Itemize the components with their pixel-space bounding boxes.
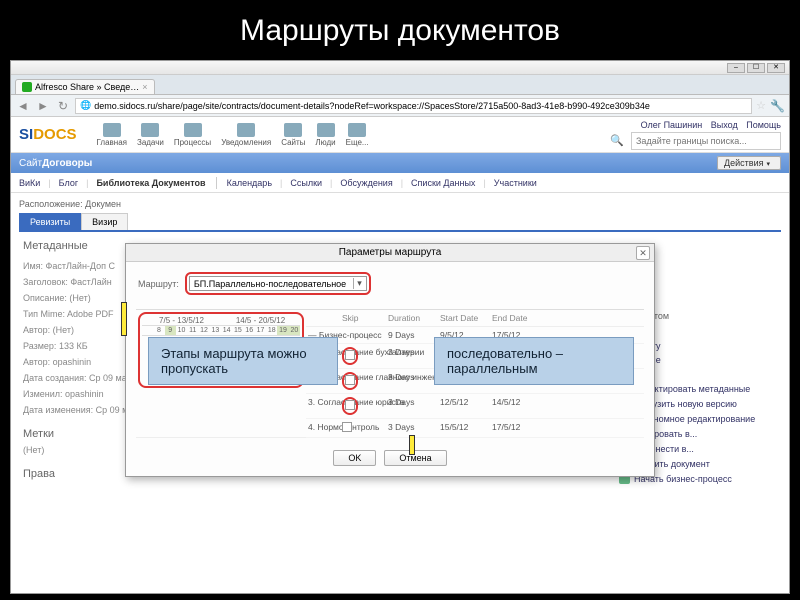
forward-button[interactable]: ► xyxy=(35,98,51,114)
stage-ed: 14/5/12 xyxy=(490,394,644,419)
toolbar-icon xyxy=(141,123,159,137)
site-bar: Сайт Договоры Действия xyxy=(11,153,789,173)
url-field[interactable]: 🌐 demo.sidocs.ru/share/page/site/contrac… xyxy=(75,98,752,114)
stage-name: 4. Нормоконтроль xyxy=(306,419,340,438)
dialog-close-button[interactable]: ✕ xyxy=(636,246,650,260)
nav-link[interactable]: Библиотека Документов xyxy=(96,178,205,188)
route-selector-row: Маршрут: БП.Параллельно-последовательное xyxy=(126,262,654,305)
toolbar-icon xyxy=(317,123,335,137)
annotation-pointer-2 xyxy=(409,435,415,455)
column-header xyxy=(306,310,340,327)
site-prefix: Сайт xyxy=(19,158,42,169)
stage-skip[interactable] xyxy=(340,394,386,419)
toolbar-item[interactable]: Процессы xyxy=(174,123,211,147)
stage-name: 3. Согласование юриста xyxy=(306,394,340,419)
column-header: Duration xyxy=(386,310,438,327)
stage-sd: 15/5/12 xyxy=(438,419,490,438)
stage-sd: 12/5/12 xyxy=(438,394,490,419)
stage-dur: 3 Days xyxy=(386,344,438,369)
route-label: Маршрут: xyxy=(138,279,179,289)
nav-link[interactable]: Ссылки xyxy=(290,178,322,188)
stage-dur: 9 Days xyxy=(386,327,438,344)
ok-button[interactable]: OK xyxy=(333,450,376,466)
settings-icon[interactable]: 🔧 xyxy=(770,99,785,113)
search-input[interactable] xyxy=(631,132,781,150)
document-tabs: Ревизиты Визир xyxy=(11,209,789,230)
stage-ed: 17/5/12 xyxy=(490,419,644,438)
browser-tab[interactable]: Alfresco Share » Сведе… × xyxy=(15,79,155,94)
toolbar-icon xyxy=(184,123,202,137)
window-titlebar: – ☐ ✕ xyxy=(11,61,789,75)
nav-link[interactable]: Участники xyxy=(494,178,537,188)
maximize-button[interactable]: ☐ xyxy=(747,63,765,73)
breadcrumb: Расположение: Докумен xyxy=(11,193,789,209)
favicon-icon xyxy=(22,82,32,92)
address-bar: ◄ ► ↻ 🌐 demo.sidocs.ru/share/page/site/c… xyxy=(11,95,789,117)
close-button[interactable]: ✕ xyxy=(767,63,785,73)
nav-link[interactable]: Календарь xyxy=(227,178,272,188)
stage-skip[interactable] xyxy=(340,344,386,369)
toolbar-icon xyxy=(348,123,366,137)
callout-skip-stages: Этапы маршрута можно пропускать xyxy=(148,337,338,385)
search-icon[interactable]: 🔍 xyxy=(609,133,625,149)
app-header: SIDOCS Главная Задачи Процессы Уведомления С… xyxy=(11,117,789,153)
globe-icon: 🌐 xyxy=(80,100,91,111)
toolbar-icon xyxy=(237,123,255,137)
tab-requisites[interactable]: Ревизиты xyxy=(19,213,81,230)
browser-tabbar: Alfresco Share » Сведе… × xyxy=(11,75,789,95)
user-name[interactable]: Олег Пашинин xyxy=(641,120,703,130)
dialog-footer: OK Отмена xyxy=(126,442,654,476)
stage-dur: 3 Days xyxy=(386,394,438,419)
annotation-pointer-1 xyxy=(121,302,127,336)
stage-dur: 3 Days xyxy=(386,369,438,394)
bookmark-icon[interactable]: ☆ xyxy=(756,99,766,112)
back-button[interactable]: ◄ xyxy=(15,98,31,114)
minimize-button[interactable]: – xyxy=(727,63,745,73)
nav-link[interactable]: Списки Данных xyxy=(411,178,475,188)
toolbar-icon xyxy=(103,123,121,137)
logo-part2: DOCS xyxy=(33,126,76,143)
logout-link[interactable]: Выход xyxy=(711,120,738,130)
column-header: End Date xyxy=(490,310,644,327)
stage-skip[interactable] xyxy=(340,327,386,344)
column-header: Start Date xyxy=(438,310,490,327)
toolbar-item[interactable]: Люди xyxy=(315,123,335,147)
help-link[interactable]: Помощь xyxy=(746,120,781,130)
site-nav: ВиКи|Блог|Библиотека ДокументовКалендарь… xyxy=(11,173,789,193)
route-select-highlight: БП.Параллельно-последовательное xyxy=(185,272,371,295)
column-header: Skip xyxy=(340,310,386,327)
slide-title: Маршруты документов xyxy=(0,0,800,58)
toolbar-item[interactable]: Уведомления xyxy=(221,123,271,147)
toolbar-item[interactable]: Главная xyxy=(97,123,127,147)
route-dropdown[interactable]: БП.Параллельно-последовательное xyxy=(189,276,367,291)
toolbar-item[interactable]: Еще... xyxy=(346,123,369,147)
browser-window: – ☐ ✕ Alfresco Share » Сведе… × ◄ ► ↻ 🌐 … xyxy=(10,60,790,594)
logo: SIDOCS xyxy=(19,126,77,143)
toolbar-item[interactable]: Задачи xyxy=(137,123,164,147)
url-text: demo.sidocs.ru/share/page/site/contracts… xyxy=(94,101,650,111)
stage-skip[interactable] xyxy=(340,369,386,394)
user-block: Олег Пашинин Выход Помощь 🔍 xyxy=(609,120,781,150)
site-name: Договоры xyxy=(42,158,92,169)
nav-link[interactable]: ВиКи xyxy=(19,178,40,188)
nav-link[interactable]: Блог xyxy=(59,178,78,188)
tab-title: Alfresco Share » Сведе… xyxy=(35,82,139,92)
cancel-button[interactable]: Отмена xyxy=(384,450,446,466)
tab-close-icon[interactable]: × xyxy=(142,82,147,92)
app-content: SIDOCS Главная Задачи Процессы Уведомления С… xyxy=(11,117,789,593)
dialog-title: Параметры маршрута ✕ xyxy=(126,244,654,262)
toolbar-item[interactable]: Сайты xyxy=(281,123,305,147)
nav-link[interactable]: Обсуждения xyxy=(340,178,392,188)
main-toolbar: Главная Задачи Процессы Уведомления Сайты Люд… xyxy=(97,123,369,147)
tab-visa[interactable]: Визир xyxy=(81,213,128,230)
reload-button[interactable]: ↻ xyxy=(55,98,71,114)
stage-skip[interactable] xyxy=(340,419,386,438)
toolbar-icon xyxy=(284,123,302,137)
callout-sequential-parallel: последовательно – параллельным xyxy=(434,337,634,385)
site-actions-button[interactable]: Действия xyxy=(717,156,781,170)
logo-part1: SI xyxy=(19,126,33,143)
